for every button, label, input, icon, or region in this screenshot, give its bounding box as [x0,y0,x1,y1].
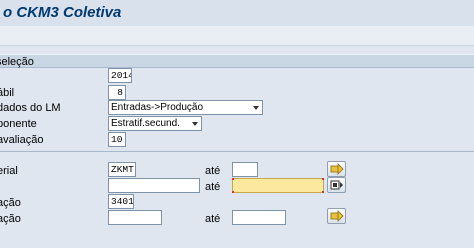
focus-marker [322,178,324,180]
period-label: ábil [0,87,15,99]
multiple-selection-button[interactable] [327,208,346,224]
section-header: seleção [0,54,474,68]
arrow-right-icon [330,163,344,175]
arrow-right-icon [330,210,344,222]
multiple-selection-icon [330,180,343,190]
component-label: ponente [0,118,37,130]
component-dropdown[interactable]: Estratif.secund. [108,116,202,131]
material-to-field[interactable] [232,162,258,177]
row3-from-field[interactable]: 3401 [108,194,134,209]
multiple-selection-button[interactable] [327,161,346,177]
component-value: Estratif.secund. [111,118,180,129]
lm-data-label: dados do LM [0,102,61,114]
year-field[interactable]: 2014 [108,68,132,83]
focus-marker [232,178,234,180]
row4-from-field[interactable] [108,210,162,225]
lm-data-value: Entradas->Produção [111,102,204,113]
chevron-down-icon [253,106,259,110]
focus-marker [232,191,234,193]
valuation-field[interactable]: 10 [108,132,126,147]
focus-marker [322,191,324,193]
title-bar: o CKM3 Coletiva [0,0,474,26]
row4-label: ação [0,213,21,225]
range-to-label: até [205,213,221,225]
valuation-label: avaliação [0,134,44,146]
multiple-selection-active-button[interactable] [327,177,346,193]
range-to-label: até [205,181,221,193]
chevron-down-icon [192,122,198,126]
row4-to-field[interactable] [232,210,286,225]
period-field[interactable]: 8 [108,85,126,100]
divider [0,151,474,152]
material-label: erial [0,165,18,177]
row3-label: ação [0,197,21,209]
row2-from-field[interactable] [108,178,200,193]
application-toolbar [0,26,474,46]
section-title: seleção [0,56,34,68]
lm-data-dropdown[interactable]: Entradas->Produção [108,100,263,115]
window-title: o CKM3 Coletiva [3,4,122,21]
range-to-label: até [205,165,221,177]
row2-to-field[interactable] [232,178,324,193]
material-from-field[interactable]: ZKMT [108,162,136,177]
